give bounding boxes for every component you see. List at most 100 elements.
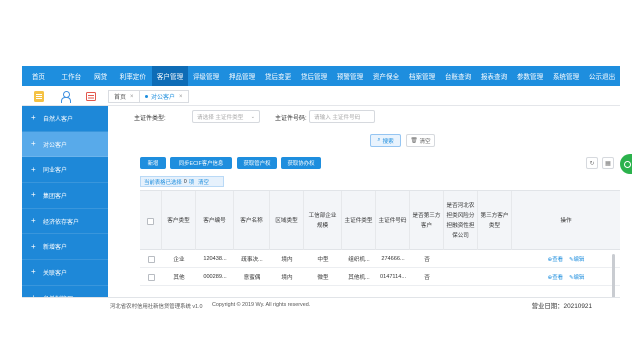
sidebar-item[interactable]: + 集团客户 [22,183,108,209]
plus-icon: + [31,113,36,123]
cert-no-input[interactable]: 请输入 主证件号码 [309,110,375,123]
nav-item[interactable]: 网贷 [88,66,114,86]
nav-item[interactable]: 参数管理 [512,66,548,86]
cell [444,250,478,268]
row-checkbox[interactable] [147,255,155,263]
selection-info: 当前表格已选择 0 项 清空 [140,176,224,187]
row-checkbox-cell [140,250,162,268]
plus-icon: + [31,139,36,149]
cert-type-label: 主证件类型: [134,116,166,122]
nav-item[interactable]: 评级管理 [188,66,224,86]
cell [444,268,478,286]
row-checkbox[interactable] [147,273,155,281]
cell: 0147114... [379,274,407,280]
tab-label: 对公客户 [151,95,176,101]
nav-item[interactable]: 预警管理 [332,66,368,86]
sidebar-item[interactable]: + 新增客户 [22,234,108,261]
nav-item-active[interactable]: 客户管理 [152,66,188,86]
tab-label: 首页 [114,95,127,101]
sidebar-item-label: 集团客户 [43,193,68,200]
selection-clear-link[interactable]: 清空 [198,178,209,186]
cell [478,268,512,286]
select-all-checkbox[interactable] [147,217,154,225]
nav-item[interactable]: 贷后变更 [260,66,296,86]
column-header: 主证件类型 [342,191,376,251]
table-row[interactable]: 其他 000289... 意蜜偶 境内 微型 其他机... 0147114...… [140,268,620,286]
search-button-label: 搜索 [382,138,394,145]
card-icon[interactable] [86,91,96,101]
grid-icon[interactable]: ▦ [602,157,614,169]
system-name: 河北省农村信用社新信贷管理系统 v1.0 [110,304,203,310]
floating-help-icon[interactable] [620,154,632,174]
quick-tools [22,86,108,106]
sidebar-item[interactable]: + 同业客户 [22,157,108,184]
edit-link[interactable]: ✎编辑 [569,255,584,263]
sidebar-item[interactable]: + 关联客户 [22,260,108,286]
cert-type-select[interactable]: 请选择 主证件类型 ⌄ [192,110,260,123]
plus-icon: + [31,190,36,200]
column-header: 操作 [560,218,572,224]
column-header: 区域类型 [270,191,304,251]
cell: 疏事决... [241,257,263,263]
cell: 否 [424,275,430,281]
view-link[interactable]: ⊕查看 [548,273,563,281]
sidebar-item-label: 对公客户 [43,142,68,149]
cell [478,250,512,268]
sidebar-item[interactable]: + 经济依存客户 [22,209,108,235]
user-icon[interactable] [60,90,71,103]
column-header: 客户名称 [234,191,270,251]
nav-item[interactable]: 贷后管理 [296,66,332,86]
search-icon: ⌕ [377,137,381,143]
nav-item[interactable]: 报表查询 [476,66,512,86]
column-header: 是否第三方客户 [410,191,444,251]
tab-bar: 首页 × 对公客户 × [22,86,620,106]
tab-corporate-customer[interactable]: 对公客户 × [139,90,189,103]
nav-item[interactable]: 台账查询 [440,66,476,86]
close-icon[interactable]: × [130,94,134,100]
actions-cell: ⊕查看 ✎编辑 [512,268,620,286]
document-icon[interactable] [34,90,44,102]
nav-item[interactable]: 利率定价 [114,66,152,86]
column-header: 客户编号 [196,191,234,251]
close-icon[interactable]: × [179,94,183,100]
sync-ecif-button[interactable]: 同步ECIF客户信息 [170,157,232,169]
main-content: 主证件类型: 请选择 主证件类型 ⌄ 主证件号码: 请输入 主证件号码 ⌕ 搜索… [108,106,620,312]
table-scrollbar[interactable] [612,254,615,302]
cell: 境内 [281,275,293,281]
nav-item[interactable]: 押品管理 [224,66,260,86]
nav-item[interactable]: 系统管理 [548,66,584,86]
app-frame: 首页 工作台 网贷 利率定价 客户管理 评级管理 押品管理 贷后变更 贷后管理 … [22,66,620,312]
get-assist-right-button[interactable]: 获取协办权 [281,157,321,169]
nav-item[interactable]: 公示退出 [584,66,620,86]
view-link[interactable]: ⊕查看 [548,255,563,263]
business-date: 营业日期：20210921 [531,303,592,310]
clear-button[interactable]: 🗑 清空 [406,134,435,147]
sidebar: + 自然人客户 + 对公客户 + 同业客户 + 集团客户 + 经济依存客户 + 新增客户 +… [22,106,108,312]
cell: 000289... [203,274,227,280]
add-button[interactable]: 新增 [140,157,166,169]
nav-item[interactable]: 档案管理 [404,66,440,86]
sidebar-item[interactable]: + 自然人客户 [22,106,108,132]
cell: 企业 [173,257,185,263]
header-checkbox-cell [140,191,162,251]
table-row[interactable]: 企业 120438... 疏事决... 境内 中型 组织机... 274666.… [140,250,620,268]
nav-item[interactable]: 首页 [22,66,55,86]
sidebar-item-active[interactable]: + 对公客户 [22,131,108,158]
copyright: Copyright © 2019 Wy. All rights reserved… [212,302,311,308]
actions-cell: ⊕查看 ✎编辑 [512,250,620,268]
cell: 120438... [203,256,227,262]
search-button[interactable]: ⌕ 搜索 [370,134,401,147]
edit-link[interactable]: ✎编辑 [569,273,584,281]
active-dot-icon [145,95,148,98]
column-header: 客户类型 [162,191,196,251]
get-manage-right-button[interactable]: 获取管户权 [237,157,277,169]
refresh-icon[interactable]: ↻ [586,157,598,169]
cell: 意蜜偶 [243,275,261,281]
selection-prefix: 当前表格已选择 [144,179,182,186]
cell: 其他机... [348,275,370,281]
cell: 微型 [317,275,329,281]
nav-item[interactable]: 资产保全 [368,66,404,86]
plus-icon: + [31,216,36,226]
tab-home[interactable]: 首页 × [108,90,140,103]
nav-item[interactable]: 工作台 [55,66,88,86]
